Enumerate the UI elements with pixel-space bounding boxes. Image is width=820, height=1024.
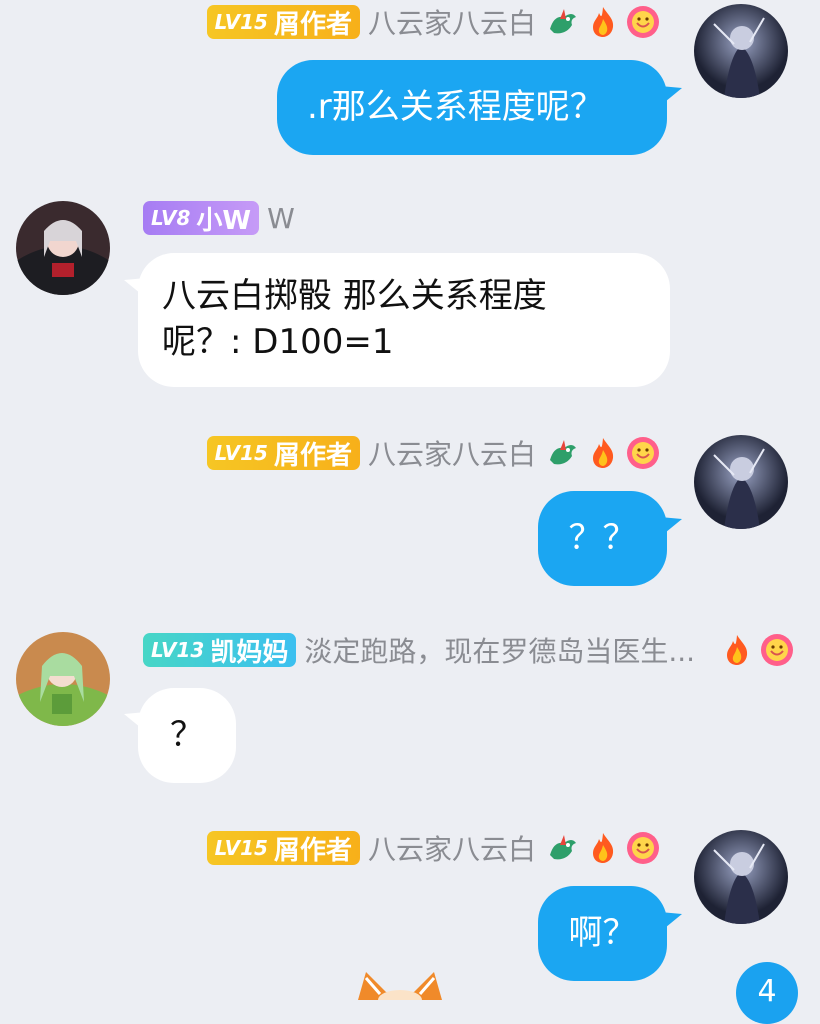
bubble-tail bbox=[660, 86, 682, 106]
level-badge: LV13 凯妈妈 bbox=[143, 633, 297, 668]
avatar[interactable] bbox=[694, 4, 788, 98]
badge-icons bbox=[546, 5, 660, 39]
sender-nickname[interactable]: 八云家八云白 bbox=[368, 828, 536, 868]
level-text: LV8 bbox=[151, 206, 191, 230]
badge-icons bbox=[546, 436, 660, 470]
group-title: 小W bbox=[196, 205, 252, 236]
avatar[interactable] bbox=[16, 632, 110, 726]
bubble-tail bbox=[660, 517, 682, 537]
bubble-tail bbox=[660, 912, 682, 932]
dragon-icon bbox=[550, 9, 576, 34]
group-title: 屑作者 bbox=[273, 9, 352, 40]
group-title: 屑作者 bbox=[273, 835, 352, 866]
unread-count-text: 4 bbox=[757, 974, 777, 1009]
fire-icon bbox=[593, 438, 614, 468]
fire-icon bbox=[593, 833, 614, 863]
fox-sticker-icon bbox=[358, 972, 442, 1000]
sender-header: LV13 凯妈妈 淡定跑路，现在罗德岛当医生... bbox=[143, 632, 794, 668]
message-bubble[interactable]: .r那么关系程度呢？ bbox=[277, 60, 667, 155]
sender-header: LV15 屑作者 八云家八云白 bbox=[206, 2, 660, 42]
sender-nickname[interactable]: 八云家八云白 bbox=[368, 433, 536, 473]
sender-nickname[interactable]: W bbox=[267, 202, 295, 235]
message-text: .r那么关系程度呢？ bbox=[307, 86, 604, 127]
sender-header: LV8 小W W bbox=[143, 200, 295, 236]
avatar[interactable] bbox=[16, 201, 110, 295]
dragon-icon bbox=[550, 440, 576, 465]
smile-flower-icon bbox=[627, 6, 659, 38]
group-title: 凯妈妈 bbox=[210, 637, 289, 668]
message-text: 八云白掷骰 那么关系程度 bbox=[162, 276, 547, 317]
message-bubble[interactable]: 八云白掷骰 那么关系程度 呢？: D100=1 bbox=[138, 253, 670, 387]
sender-nickname[interactable]: 淡定跑路，现在罗德岛当医生... bbox=[304, 630, 702, 670]
level-badge: LV15 屑作者 bbox=[206, 436, 360, 471]
level-text: LV15 bbox=[214, 441, 268, 465]
level-badge: LV15 屑作者 bbox=[206, 831, 360, 866]
message-bubble[interactable]: ？？ bbox=[538, 491, 667, 586]
avatar[interactable] bbox=[694, 435, 788, 529]
level-badge: LV8 小W bbox=[143, 201, 260, 236]
message-text: 呢？: D100=1 bbox=[162, 322, 394, 362]
message-bubble[interactable]: ？ bbox=[138, 688, 236, 783]
group-title: 屑作者 bbox=[273, 440, 352, 471]
message-text: ？？ bbox=[568, 517, 637, 558]
level-badge: LV15 屑作者 bbox=[206, 5, 360, 40]
level-text: LV15 bbox=[214, 836, 268, 860]
badge-icons bbox=[720, 633, 794, 667]
message-text: ？ bbox=[170, 714, 204, 755]
sender-nickname[interactable]: 八云家八云白 bbox=[368, 2, 536, 42]
badge-icons bbox=[546, 831, 660, 865]
sender-header: LV15 屑作者 八云家八云白 bbox=[206, 433, 660, 473]
level-text: LV13 bbox=[151, 638, 205, 662]
sender-header: LV15 屑作者 八云家八云白 bbox=[206, 828, 660, 868]
avatar[interactable] bbox=[694, 830, 788, 924]
dragon-icon bbox=[550, 835, 576, 860]
smile-flower-icon bbox=[627, 832, 659, 864]
smile-flower-icon bbox=[627, 437, 659, 469]
level-text: LV15 bbox=[214, 10, 268, 34]
message-bubble[interactable]: 啊？ bbox=[538, 886, 667, 981]
unread-count-badge[interactable]: 4 bbox=[736, 962, 798, 1024]
fire-icon bbox=[727, 635, 748, 665]
message-text: 啊？ bbox=[568, 912, 637, 953]
smile-flower-icon bbox=[761, 634, 794, 666]
fire-icon bbox=[593, 7, 614, 37]
